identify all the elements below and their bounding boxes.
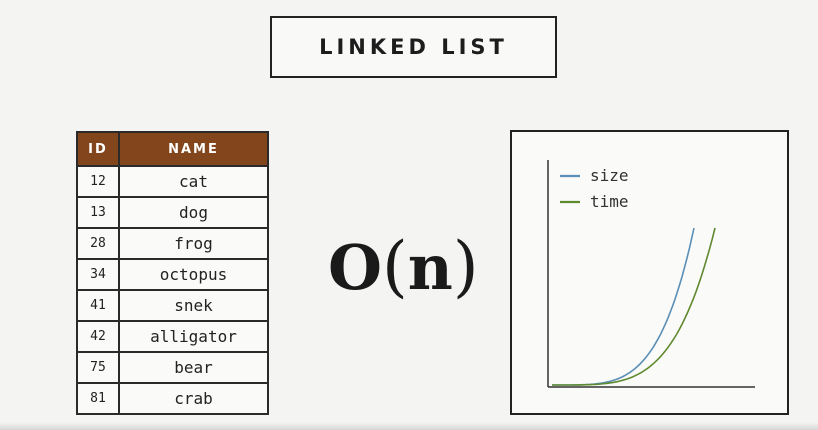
cell-id: 75 [76, 351, 120, 384]
cell-id: 42 [76, 320, 120, 353]
legend-label-size: size [590, 166, 629, 185]
table-header-row: ID NAME [76, 131, 269, 167]
cell-id: 81 [76, 382, 120, 415]
size-curve [552, 227, 695, 386]
growth-chart: size time [510, 130, 789, 415]
table-row: 42 alligator [76, 320, 269, 353]
cell-id: 12 [76, 165, 120, 198]
page-title: LINKED LIST [319, 35, 508, 59]
cell-name: alligator [118, 320, 269, 353]
cell-name: cat [118, 165, 269, 198]
cell-name: frog [118, 227, 269, 260]
column-header-name: NAME [118, 131, 269, 167]
open-paren: ( [382, 228, 408, 305]
cell-name: octopus [118, 258, 269, 291]
big-o-letter: O [328, 231, 383, 304]
cell-name: dog [118, 196, 269, 229]
legend-label-time: time [590, 192, 629, 211]
cell-name: bear [118, 351, 269, 384]
table-row: 34 octopus [76, 258, 269, 291]
big-o-notation: O(n) [328, 228, 479, 305]
close-paren: ) [452, 228, 479, 305]
table-row: 81 crab [76, 382, 269, 415]
cell-name: crab [118, 382, 269, 415]
bottom-shadow [0, 422, 818, 430]
linked-list-table: ID NAME 12 cat 13 dog 28 frog 34 octopus… [76, 131, 269, 415]
table-row: 12 cat [76, 165, 269, 198]
table-row: 41 snek [76, 289, 269, 322]
big-o-variable: n [407, 231, 453, 304]
cell-id: 28 [76, 227, 120, 260]
growth-chart-svg: size time [547, 160, 755, 388]
table-row: 75 bear [76, 351, 269, 384]
table-row: 28 frog [76, 227, 269, 260]
cell-id: 13 [76, 196, 120, 229]
cell-name: snek [118, 289, 269, 322]
time-curve [552, 227, 716, 386]
cell-id: 41 [76, 289, 120, 322]
cell-id: 34 [76, 258, 120, 291]
title-box: LINKED LIST [270, 16, 557, 78]
table-row: 13 dog [76, 196, 269, 229]
column-header-id: ID [76, 131, 120, 167]
